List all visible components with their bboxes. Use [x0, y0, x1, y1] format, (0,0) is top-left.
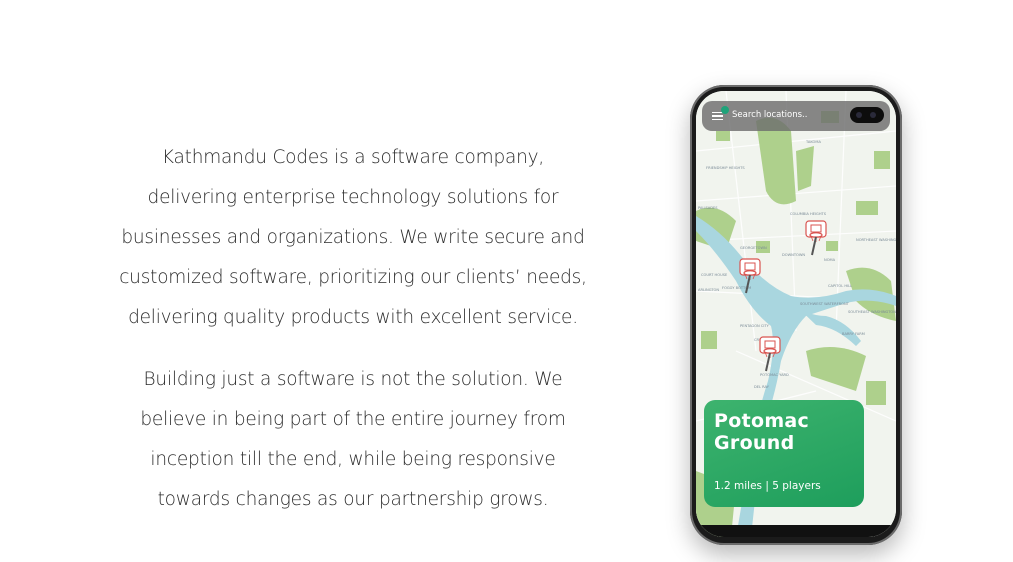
phone-bottom-bezel	[696, 525, 896, 537]
front-camera	[850, 107, 884, 123]
map-label-del-ray: DEL RAY	[754, 385, 770, 389]
phone-screen: TAKOMA FRIENDSHIP HEIGHTS COLUMBIA HEIGH…	[696, 91, 896, 537]
map-label-capitol-hill: CAPITOL HILL	[828, 284, 852, 288]
location-card-title: Potomac Ground	[714, 410, 810, 454]
location-card-meta: 1.2 miles | 5 players	[714, 480, 821, 492]
map-label-barry-farm: BARRY FARM	[842, 332, 865, 336]
about-paragraph-1: Kathmandu Codes is a software company, d…	[119, 147, 587, 328]
about-paragraph-2: Building just a software is not the solu…	[140, 369, 566, 510]
map-label-pentagon-city: PENTAGON CITY	[740, 324, 770, 328]
about-text-block: Kathmandu Codes is a software company, d…	[118, 138, 588, 520]
location-dot-icon	[721, 106, 729, 114]
map-label-columbia-heights: COLUMBIA HEIGHTS	[790, 212, 827, 216]
location-card[interactable]: Potomac Ground 1.2 miles | 5 players	[704, 400, 864, 507]
map-label-palisades: PALISADES	[698, 206, 718, 210]
map-label-arlington: ARLINGTON	[698, 288, 719, 292]
map-label-friendship-heights: FRIENDSHIP HEIGHTS	[706, 166, 745, 170]
menu-icon[interactable]	[712, 112, 723, 120]
map-label-court-house: COURT HOUSE	[701, 273, 728, 277]
map-label-georgetown: GEORGETOWN	[740, 246, 767, 250]
map-label-potomac-yard: POTOMAC YARD	[760, 373, 789, 377]
map-label-downtown: DOWNTOWN	[782, 253, 805, 257]
map-label-noma: NOMA	[824, 258, 836, 262]
map-label-takoma: TAKOMA	[805, 140, 821, 144]
search-input[interactable]: Search locations..	[732, 110, 807, 120]
search-bar[interactable]: Search locations..	[702, 101, 890, 131]
map-label-southwest-waterfront: SOUTHWEST WATERFRONT	[800, 302, 850, 306]
map-label-northeast-washington: NORTHEAST WASHINGTON	[856, 238, 896, 242]
phone-mockup: TAKOMA FRIENDSHIP HEIGHTS COLUMBIA HEIGH…	[690, 85, 902, 545]
map-label-southeast-washington: SOUTHEAST WASHINGTON	[848, 310, 896, 314]
